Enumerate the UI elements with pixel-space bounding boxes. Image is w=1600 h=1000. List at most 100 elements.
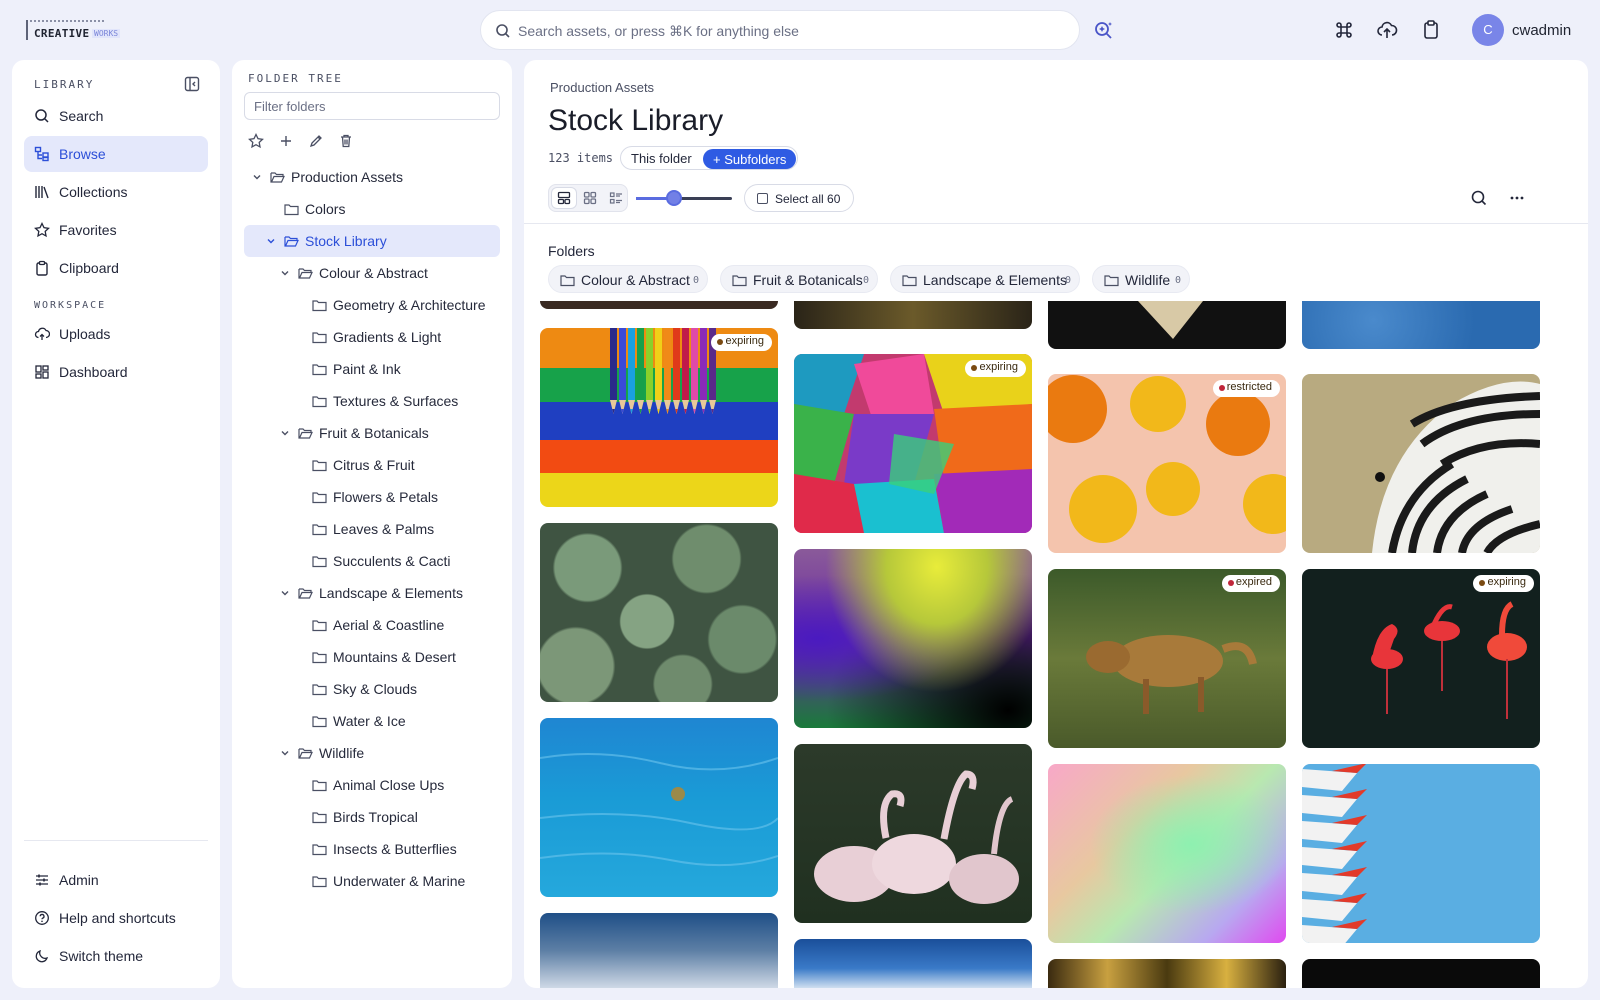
folder-icon	[312, 684, 327, 696]
scope-subfolders[interactable]: + Subfolders	[703, 149, 797, 169]
collapse-sidebar-icon[interactable]	[184, 76, 200, 92]
folder-tree-item[interactable]: Succulents & Cacti	[244, 545, 500, 577]
folder-tree-item[interactable]: Colour & Abstract	[244, 257, 500, 289]
asset-tile[interactable]: expired	[1048, 569, 1286, 748]
folder-chip[interactable]: Wildlife 0	[1092, 265, 1190, 293]
asset-tile[interactable]: restricted	[1048, 374, 1286, 553]
list-view-icon	[609, 192, 622, 204]
asset-tile[interactable]	[794, 549, 1032, 728]
dashboard-icon	[35, 365, 49, 379]
folder-tree-item[interactable]: Flowers & Petals	[244, 481, 500, 513]
folder-tree-item[interactable]: Production Assets	[244, 161, 500, 193]
folder-label: Gradients & Light	[333, 329, 442, 345]
folder-label: Birds Tropical	[333, 809, 418, 825]
folder-label: Wildlife	[319, 745, 365, 761]
asset-tile[interactable]	[794, 939, 1032, 988]
trash-icon[interactable]	[338, 133, 354, 149]
select-all-button[interactable]: Select all 60	[744, 184, 854, 212]
star-icon[interactable]	[248, 133, 264, 149]
search-icon[interactable]	[1470, 189, 1488, 207]
folder-label: Textures & Surfaces	[333, 393, 459, 409]
zoom-slider-handle[interactable]	[666, 190, 683, 206]
asset-tile[interactable]	[794, 744, 1032, 923]
ai-search-icon[interactable]	[1092, 18, 1116, 42]
folder-chip[interactable]: Colour & Abstract 0	[548, 265, 708, 293]
breadcrumb[interactable]: Production Assets	[550, 80, 654, 95]
folder-tree-item[interactable]: Geometry & Architecture	[244, 289, 500, 321]
nav-browse[interactable]: Browse	[24, 136, 208, 172]
asset-tile[interactable]: expiring	[540, 328, 778, 507]
asset-tile[interactable]	[540, 913, 778, 988]
folder-tree-item[interactable]: Landscape & Elements	[244, 577, 500, 609]
user-name: cwadmin	[1512, 22, 1572, 39]
asset-tile[interactable]	[540, 301, 778, 309]
more-options-icon[interactable]	[1508, 189, 1526, 207]
folder-tree-item[interactable]: Textures & Surfaces	[244, 385, 500, 417]
folder-chip-label: Landscape & Elements	[923, 272, 1067, 288]
asset-tile[interactable]: expiring	[1302, 569, 1540, 748]
nav-help[interactable]: Help and shortcuts	[24, 900, 208, 936]
folder-tree-item[interactable]: Mountains & Desert	[244, 641, 500, 673]
asset-tile[interactable]	[1302, 301, 1540, 349]
asset-tile[interactable]	[540, 523, 778, 702]
upload-icon[interactable]	[1375, 18, 1399, 42]
asset-tile[interactable]	[1302, 764, 1540, 943]
command-icon[interactable]	[1332, 18, 1356, 42]
nav-dashboard[interactable]: Dashboard	[24, 354, 208, 390]
asset-tile[interactable]: expiring	[794, 354, 1032, 533]
clipboard-icon[interactable]	[1419, 18, 1443, 42]
folder-tree-item[interactable]: Citrus & Fruit	[244, 449, 500, 481]
folder-tree-item[interactable]: Wildlife	[244, 737, 500, 769]
masonry-view-button[interactable]	[552, 188, 576, 208]
filter-folders-input[interactable]: Filter folders	[244, 92, 500, 120]
app-logo[interactable]: CREATIVE WORKS	[26, 20, 126, 42]
asset-tile[interactable]	[1048, 764, 1286, 943]
chevron-down-icon[interactable]	[266, 236, 276, 246]
nav-admin[interactable]: Admin	[24, 862, 208, 898]
asset-tile[interactable]	[1048, 301, 1286, 349]
folder-tree-item[interactable]: Insects & Butterflies	[244, 833, 500, 865]
folder-tree-item[interactable]: Stock Library	[244, 225, 500, 257]
folder-tree-item[interactable]: Colors	[244, 193, 500, 225]
chevron-down-icon[interactable]	[280, 268, 290, 278]
nav-switch-theme[interactable]: Switch theme	[24, 938, 208, 974]
asset-tile[interactable]	[1302, 374, 1540, 553]
folder-tree-item[interactable]: Aerial & Coastline	[244, 609, 500, 641]
folder-chip[interactable]: Fruit & Botanicals 0	[720, 265, 878, 293]
folder-tree-item[interactable]: Fruit & Botanicals	[244, 417, 500, 449]
asset-tile[interactable]	[794, 301, 1032, 329]
chevron-down-icon[interactable]	[280, 428, 290, 438]
pencil-icon[interactable]	[308, 133, 324, 149]
nav-search[interactable]: Search	[24, 98, 208, 134]
scope-this-folder[interactable]: This folder	[631, 151, 692, 166]
main-content: Production Assets Stock Library 123 item…	[524, 60, 1588, 988]
folder-tree-item[interactable]: Water & Ice	[244, 705, 500, 737]
folder-tree-item[interactable]: Birds Tropical	[244, 801, 500, 833]
folder-icon	[312, 652, 327, 664]
chevron-down-icon[interactable]	[280, 748, 290, 758]
list-view-button[interactable]	[604, 188, 628, 208]
plus-icon[interactable]	[278, 133, 294, 149]
nav-clipboard[interactable]: Clipboard	[24, 250, 208, 286]
folder-tree-item[interactable]: Sky & Clouds	[244, 673, 500, 705]
chevron-down-icon[interactable]	[252, 172, 262, 182]
folder-tree-item[interactable]: Animal Close Ups	[244, 769, 500, 801]
asset-tile[interactable]	[1302, 959, 1540, 988]
global-search[interactable]: Search assets, or press ⌘K for anything …	[480, 10, 1080, 50]
asset-tile[interactable]	[540, 718, 778, 897]
folder-tree-item[interactable]: Leaves & Palms	[244, 513, 500, 545]
folder-tree-item[interactable]: Gradients & Light	[244, 321, 500, 353]
zoom-slider[interactable]	[636, 190, 732, 206]
grid-view-button[interactable]	[578, 188, 602, 208]
folder-tree-item[interactable]: Underwater & Marine	[244, 865, 500, 897]
folder-chip[interactable]: Landscape & Elements 0	[890, 265, 1080, 293]
folder-icon	[312, 780, 327, 792]
nav-collections[interactable]: Collections	[24, 174, 208, 210]
folder-tree-item[interactable]: Paint & Ink	[244, 353, 500, 385]
asset-tile[interactable]	[1048, 959, 1286, 988]
nav-uploads[interactable]: Uploads	[24, 316, 208, 352]
chevron-down-icon[interactable]	[280, 588, 290, 598]
nav-favorites[interactable]: Favorites	[24, 212, 208, 248]
folder-chip-label: Wildlife	[1125, 272, 1171, 288]
user-menu[interactable]: C cwadmin	[1472, 14, 1592, 46]
